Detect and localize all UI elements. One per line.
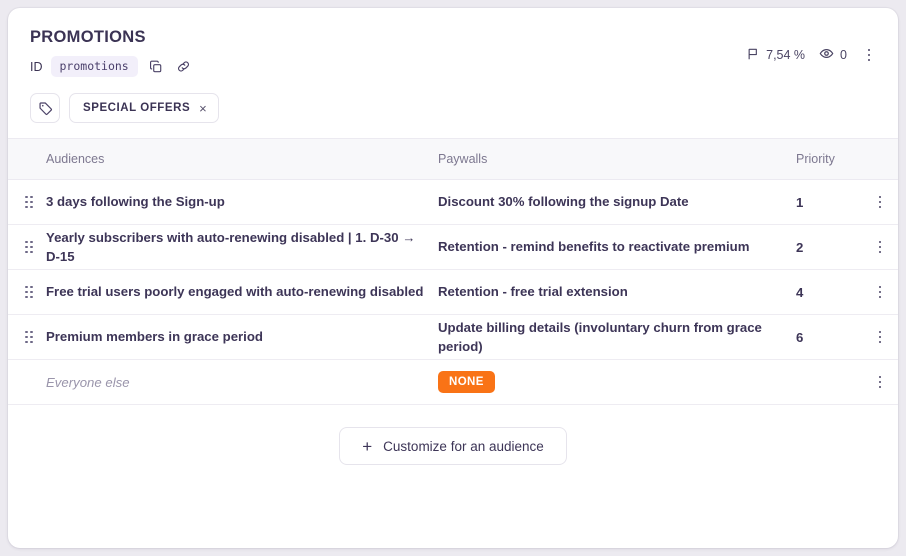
- tag-icon[interactable]: [30, 93, 60, 124]
- audience-name: Free trial users poorly engaged with aut…: [46, 284, 424, 300]
- paywall-name: Update billing details (involuntary chur…: [438, 319, 762, 354]
- paywall-name: Retention - free trial extension: [438, 284, 628, 300]
- status-badge: NONE: [438, 370, 495, 394]
- link-icon[interactable]: [174, 57, 194, 77]
- audience-name: Yearly subscribers with auto-renewing di…: [46, 229, 416, 264]
- drag-handle-icon[interactable]: [8, 240, 46, 254]
- customize-for-audience-label: Customize for an audience: [383, 438, 544, 454]
- flag-stat-value: 7,54 %: [766, 48, 806, 62]
- table-row[interactable]: 3 days following the Sign-up Discount 30…: [8, 180, 898, 225]
- copy-icon[interactable]: [146, 57, 166, 77]
- row-menu-icon[interactable]: [858, 371, 898, 393]
- table-row[interactable]: Yearly subscribers with auto-renewing di…: [8, 225, 898, 270]
- card-header: PROMOTIONS ID promotions SPECIAL OFFERS …: [8, 8, 898, 138]
- tag-chip-special-offers[interactable]: SPECIAL OFFERS ×: [69, 93, 219, 124]
- column-header-paywalls: Paywalls: [438, 152, 488, 166]
- flag-stat: 7,54 %: [746, 47, 805, 64]
- id-label: ID: [30, 59, 43, 74]
- drag-handle-icon[interactable]: [8, 285, 46, 299]
- close-icon[interactable]: ×: [199, 102, 207, 115]
- priority-value: 4: [796, 284, 804, 300]
- promotions-card: PROMOTIONS ID promotions SPECIAL OFFERS …: [8, 8, 898, 548]
- audience-name-fallback: Everyone else: [46, 374, 130, 390]
- views-stat-value: 0: [840, 48, 847, 62]
- priority-value: 6: [796, 329, 804, 345]
- eye-icon: [819, 46, 834, 64]
- plus-icon: +: [362, 436, 373, 456]
- table-header-row: Audiences Paywalls Priority: [8, 138, 898, 180]
- column-header-audiences: Audiences: [46, 152, 105, 166]
- drag-handle-icon[interactable]: [8, 330, 46, 344]
- kebab-menu-icon[interactable]: [858, 44, 880, 66]
- priority-value: 2: [796, 239, 804, 255]
- id-value-pill: promotions: [50, 56, 138, 78]
- row-menu-icon[interactable]: [858, 236, 898, 258]
- drag-handle-icon[interactable]: [8, 195, 46, 209]
- customize-for-audience-button[interactable]: + Customize for an audience: [339, 427, 567, 465]
- tag-row: SPECIAL OFFERS ×: [30, 93, 876, 124]
- row-menu-icon[interactable]: [858, 326, 898, 348]
- audiences-table: Audiences Paywalls Priority 3 days follo…: [8, 138, 898, 405]
- row-menu-icon[interactable]: [858, 191, 898, 213]
- views-stat: 0: [819, 46, 847, 64]
- priority-value: 1: [796, 194, 804, 210]
- tag-chip-label: SPECIAL OFFERS: [83, 102, 191, 115]
- column-header-priority: Priority: [796, 152, 835, 166]
- table-row[interactable]: Premium members in grace period Update b…: [8, 315, 898, 360]
- flag-icon: [746, 47, 760, 64]
- header-stats: 7,54 % 0: [746, 44, 880, 66]
- paywall-name: Retention - remind benefits to reactivat…: [438, 239, 750, 255]
- card-footer: + Customize for an audience: [8, 405, 898, 465]
- audience-name: Premium members in grace period: [46, 329, 263, 345]
- table-row[interactable]: Free trial users poorly engaged with aut…: [8, 270, 898, 315]
- table-row-fallback[interactable]: Everyone else NONE: [8, 360, 898, 405]
- audience-name: 3 days following the Sign-up: [46, 194, 225, 210]
- row-menu-icon[interactable]: [858, 281, 898, 303]
- paywall-name: Discount 30% following the signup Date: [438, 194, 689, 210]
